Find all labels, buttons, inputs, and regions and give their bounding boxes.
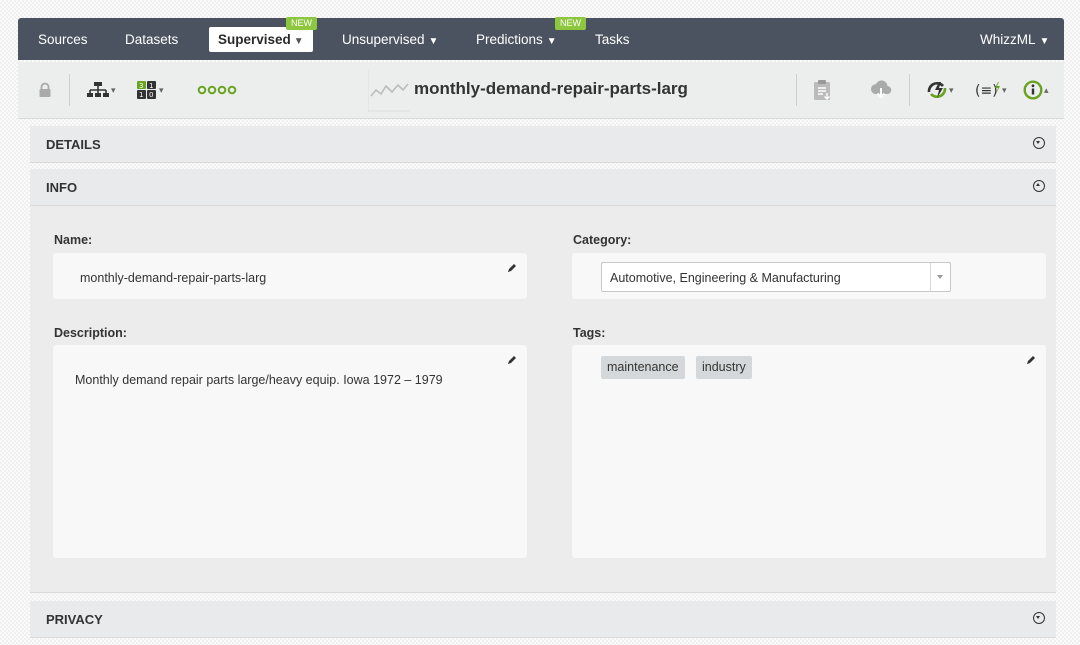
category-select[interactable]: Automotive, Engineering & Manufacturing: [601, 262, 951, 292]
svg-text:0: 0: [149, 91, 153, 99]
description-field[interactable]: Monthly demand repair parts large/heavy …: [53, 345, 527, 558]
chevron-down-icon: ▼: [546, 36, 557, 47]
privacy-section-title: PRIVACY: [46, 612, 103, 627]
nav-whizzml-label: WhizzML: [980, 32, 1036, 47]
pencil-edit-icon[interactable]: [1025, 354, 1037, 366]
tags-label: Tags:: [573, 326, 606, 340]
toolbar-divider: [909, 74, 910, 106]
pencil-edit-icon[interactable]: [506, 262, 518, 274]
description-value: Monthly demand repair parts large/heavy …: [75, 373, 443, 387]
formula-icon[interactable]: (≡) ▾: [975, 78, 1007, 102]
chevron-down-icon: ▾: [111, 84, 116, 95]
name-label: Name:: [54, 233, 93, 247]
nav-sources-label: Sources: [38, 32, 88, 47]
name-field[interactable]: monthly-demand-repair-parts-larg: [53, 253, 527, 299]
expand-icon[interactable]: [1033, 612, 1045, 624]
chevron-down-icon: ▾: [1002, 84, 1007, 95]
nav-datasets[interactable]: Datasets: [125, 18, 178, 60]
cloud-download-icon[interactable]: [869, 78, 893, 102]
new-badge: NEW: [286, 17, 317, 30]
resource-title: monthly-demand-repair-parts-larg: [414, 79, 688, 98]
tag-chip[interactable]: industry: [696, 356, 752, 379]
chevron-down-icon: [937, 275, 943, 279]
expand-icon[interactable]: [1033, 137, 1045, 149]
nav-sources[interactable]: Sources: [38, 18, 88, 60]
chevron-down-icon: ▼: [1039, 36, 1050, 47]
toolbar-divider: [796, 74, 797, 106]
info-icon[interactable]: ▴: [1023, 78, 1049, 102]
sparkline-icon: [368, 68, 410, 112]
category-dropdown-toggle[interactable]: [930, 263, 950, 291]
nav-tasks-label: Tasks: [595, 32, 630, 47]
lock-icon[interactable]: [38, 78, 52, 102]
chevron-down-icon: ▼: [428, 36, 439, 47]
category-value: Automotive, Engineering & Manufacturing: [610, 271, 841, 285]
collapse-icon[interactable]: [1033, 180, 1045, 192]
nav-datasets-label: Datasets: [125, 32, 179, 47]
description-label: Description:: [54, 326, 127, 340]
chevron-down-icon: ▾: [949, 84, 954, 95]
resource-toolbar: ▾ 3110 ▾ monthly-demand-repair-parts-lar…: [18, 62, 1064, 119]
svg-text:1: 1: [139, 91, 143, 99]
chevron-down-icon: ▴: [1044, 84, 1049, 95]
more-dots-icon[interactable]: [197, 78, 239, 102]
nav-unsupervised[interactable]: Unsupervised ▼: [342, 18, 438, 60]
nav-supervised[interactable]: Supervised ▼: [209, 27, 313, 52]
nav-predictions[interactable]: Predictions ▼: [476, 18, 557, 60]
top-navigation: Sources Datasets Supervised ▼ NEW Unsuper…: [18, 17, 1064, 60]
svg-text:(≡): (≡): [975, 83, 998, 99]
chevron-down-icon: ▼: [293, 36, 304, 47]
nav-tasks[interactable]: Tasks: [595, 18, 630, 60]
nav-whizzml[interactable]: WhizzML ▼: [980, 18, 1049, 60]
svg-text:3: 3: [139, 82, 143, 90]
details-section-title: DETAILS: [46, 137, 101, 152]
chevron-down-icon: ▾: [159, 84, 164, 95]
new-badge: NEW: [555, 17, 586, 30]
toolbar-divider: [69, 74, 70, 106]
actions-icon[interactable]: ▾: [926, 78, 954, 102]
name-value: monthly-demand-repair-parts-larg: [80, 271, 267, 285]
nav-supervised-label: Supervised: [218, 32, 291, 47]
info-section-title: INFO: [46, 180, 78, 195]
tag-chip[interactable]: maintenance: [601, 356, 685, 379]
nav-unsupervised-label: Unsupervised: [342, 32, 425, 47]
nav-predictions-label: Predictions: [476, 32, 543, 47]
details-section-header[interactable]: DETAILS: [30, 126, 1056, 163]
report-icon[interactable]: [813, 78, 831, 102]
category-label: Category:: [573, 233, 632, 247]
model-summary-icon[interactable]: 3110 ▾: [136, 78, 164, 102]
privacy-section-header[interactable]: PRIVACY: [30, 601, 1056, 638]
pencil-edit-icon[interactable]: [506, 354, 518, 366]
info-section-header[interactable]: INFO: [30, 169, 1056, 206]
model-tree-icon[interactable]: ▾: [86, 78, 116, 102]
svg-text:1: 1: [149, 82, 153, 90]
